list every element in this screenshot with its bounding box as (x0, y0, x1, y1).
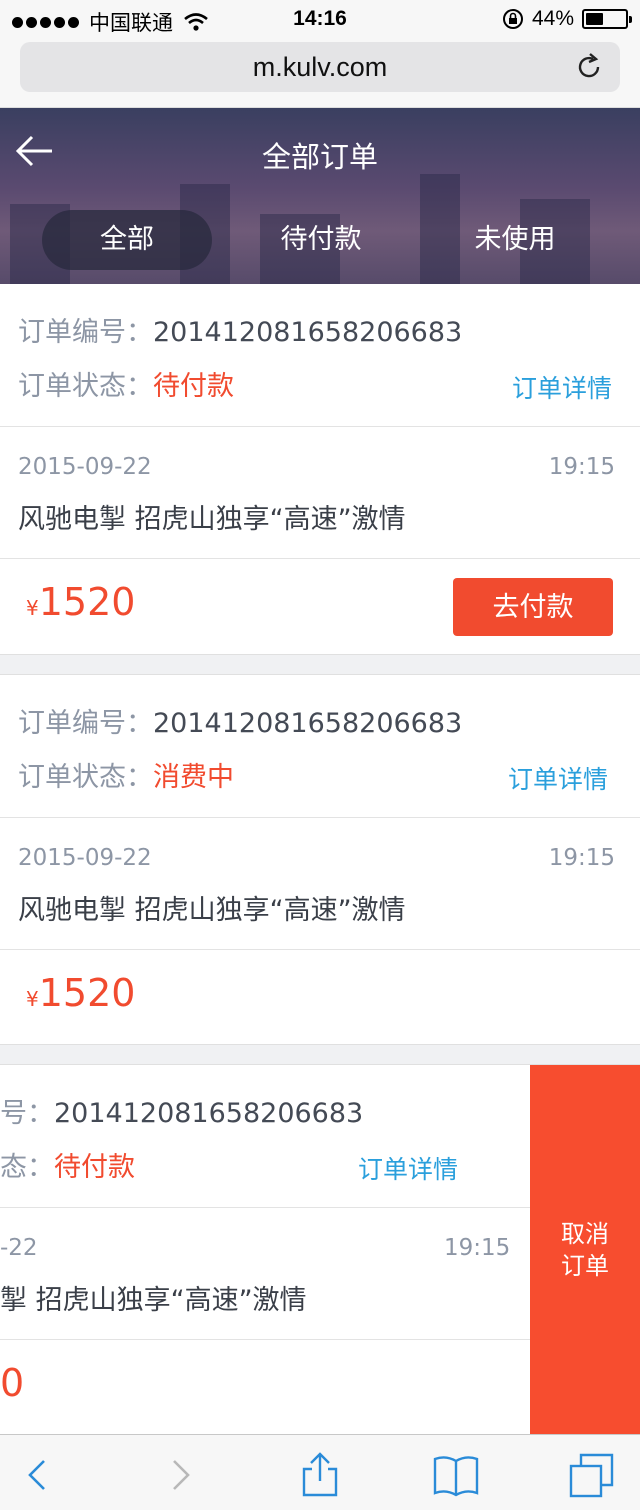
rotation-lock-icon (502, 9, 523, 29)
order-card: 订单编号：201412081658206683 订单状态：消费中 订单详情 20… (0, 674, 640, 1045)
url-text: m.kulv.com (252, 52, 388, 82)
battery-area: 44% (502, 7, 632, 31)
order-number-row: 订单编号：201412081658206683 (18, 310, 462, 349)
address-bar[interactable]: m.kulv.com (20, 42, 620, 92)
order-price: ¥1520 (26, 580, 135, 624)
order-time: 19:15 (444, 1235, 511, 1261)
order-number: 201412081658206683 (54, 1098, 364, 1129)
back-icon[interactable] (14, 1451, 62, 1499)
order-status-row: 订单状态：待付款 (18, 364, 234, 403)
order-status-label: 态： (0, 1152, 54, 1183)
status-bar: 中国联通 14:16 44% (0, 0, 640, 40)
share-icon[interactable] (296, 1451, 344, 1499)
order-price: 0 (0, 1361, 25, 1405)
order-tabs: 全部 待付款 未使用 (0, 210, 640, 270)
reload-icon[interactable] (574, 52, 604, 82)
order-number-row: 订单编号：201412081658206683 (18, 701, 462, 740)
order-date: 2015-09-22 (18, 454, 152, 480)
order-date: -22 (0, 1235, 38, 1261)
order-status-label: 订单状态： (18, 762, 153, 793)
order-time: 19:15 (548, 845, 615, 871)
tab-pending-payment[interactable]: 待付款 (236, 210, 406, 270)
price-value: 1520 (38, 971, 136, 1015)
order-status: 待付款 (54, 1152, 135, 1183)
order-status: 消费中 (153, 762, 234, 793)
page-title: 全部订单 (261, 140, 378, 174)
order-number-label: 订单编号： (18, 708, 153, 739)
browser-toolbar (0, 1434, 640, 1510)
page-header: 全部订单 全部 待付款 未使用 (0, 108, 640, 284)
order-number-row: 号：201412081658206683 (0, 1091, 363, 1130)
order-time: 19:15 (548, 454, 615, 480)
product-title[interactable]: 风驰电掣 招虎山独享“高速”激情 (18, 888, 406, 927)
order-status-row: 态：待付款 (0, 1145, 135, 1184)
product-title[interactable]: 风驰电掣 招虎山独享“高速”激情 (18, 497, 406, 536)
order-detail-link[interactable]: 订单详情 (508, 760, 608, 796)
order-status: 待付款 (153, 371, 234, 402)
price-value: 1520 (38, 580, 136, 624)
browser-address-area: m.kulv.com (0, 40, 640, 108)
product-title[interactable]: 掣 招虎山独享“高速”激情 (0, 1278, 307, 1317)
cancel-order-line-2: 订单 (561, 1251, 609, 1280)
order-status-row: 订单状态：消费中 (18, 755, 234, 794)
order-detail-link[interactable]: 订单详情 (358, 1150, 458, 1186)
battery-percent: 44% (531, 7, 574, 30)
pay-button[interactable]: 去付款 (453, 578, 613, 636)
order-number-label: 订单编号： (18, 317, 153, 348)
forward-icon[interactable] (156, 1451, 204, 1499)
currency-symbol: ¥ (26, 987, 39, 1011)
currency-symbol: ¥ (26, 596, 39, 620)
order-detail-link[interactable]: 订单详情 (512, 369, 612, 405)
order-card: 订单编号：201412081658206683 订单状态：待付款 订单详情 20… (0, 284, 640, 655)
tab-all[interactable]: 全部 (42, 210, 212, 270)
cancel-order-button[interactable]: 取消 订单 (530, 1065, 640, 1434)
order-price: ¥1520 (26, 971, 135, 1015)
order-number: 201412081658206683 (153, 317, 463, 348)
order-date: 2015-09-22 (18, 845, 152, 871)
order-status-label: 订单状态： (18, 371, 153, 402)
bookmarks-icon[interactable] (432, 1451, 480, 1499)
tab-unused[interactable]: 未使用 (430, 210, 600, 270)
battery-icon (582, 9, 632, 29)
order-number-label: 号： (0, 1098, 54, 1129)
tabs-icon[interactable] (568, 1451, 616, 1499)
cancel-order-line-1: 取消 (561, 1219, 609, 1248)
order-card-swiped[interactable]: 号：201412081658206683 态：待付款 订单详情 -22 19:1… (0, 1064, 640, 1434)
order-number: 201412081658206683 (153, 708, 463, 739)
